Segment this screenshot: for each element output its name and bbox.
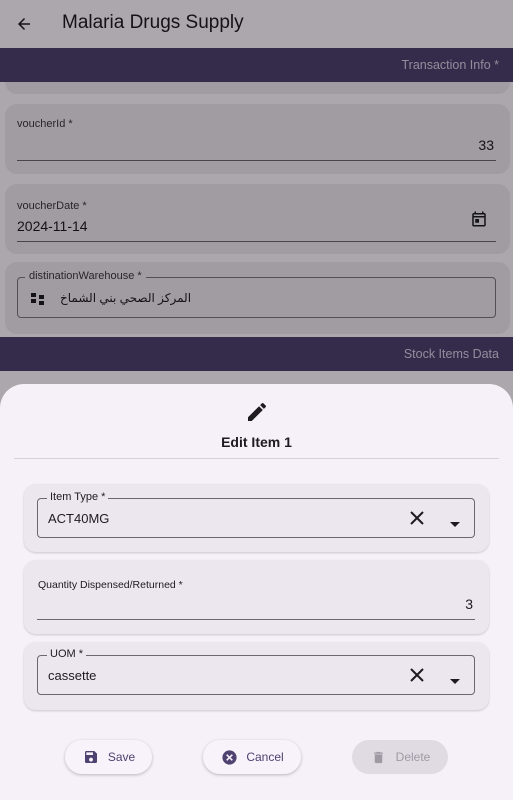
sheet-divider xyxy=(14,458,499,459)
trash-icon xyxy=(370,748,388,766)
caret-down-icon[interactable] xyxy=(450,515,460,527)
sheet-title: Edit Item 1 xyxy=(221,434,292,450)
uom-label: UOM * xyxy=(47,648,86,660)
delete-button[interactable]: Delete xyxy=(352,740,448,774)
floppy-disk-icon xyxy=(82,748,100,766)
cancel-circle-icon xyxy=(220,748,238,766)
save-button-label: Save xyxy=(107,750,136,764)
pencil-icon xyxy=(245,400,269,424)
quantity-underline xyxy=(37,619,475,620)
quantity-input[interactable]: 3 xyxy=(465,596,473,612)
item-type-card: Item Type * ACT40MG xyxy=(24,484,489,552)
cancel-button-label: Cancel xyxy=(246,750,284,764)
close-icon[interactable] xyxy=(410,668,424,682)
item-type-value: ACT40MG xyxy=(48,511,110,526)
save-button[interactable]: Save xyxy=(65,740,152,774)
close-icon[interactable] xyxy=(410,511,424,525)
delete-button-label: Delete xyxy=(395,750,431,764)
uom-value: cassette xyxy=(48,668,97,683)
cancel-button[interactable]: Cancel xyxy=(203,740,301,774)
item-type-dropdown[interactable]: Item Type * ACT40MG xyxy=(37,491,475,538)
quantity-label: Quantity Dispensed/Returned * xyxy=(38,579,183,591)
item-type-label: Item Type * xyxy=(47,491,109,503)
uom-card: UOM * cassette xyxy=(24,642,489,710)
uom-dropdown[interactable]: UOM * cassette xyxy=(37,648,475,695)
quantity-card: Quantity Dispensed/Returned * 3 xyxy=(24,560,489,634)
caret-down-icon[interactable] xyxy=(450,672,460,684)
edit-item-sheet: Edit Item 1 Item Type * ACT40MG Quantity… xyxy=(0,384,513,800)
